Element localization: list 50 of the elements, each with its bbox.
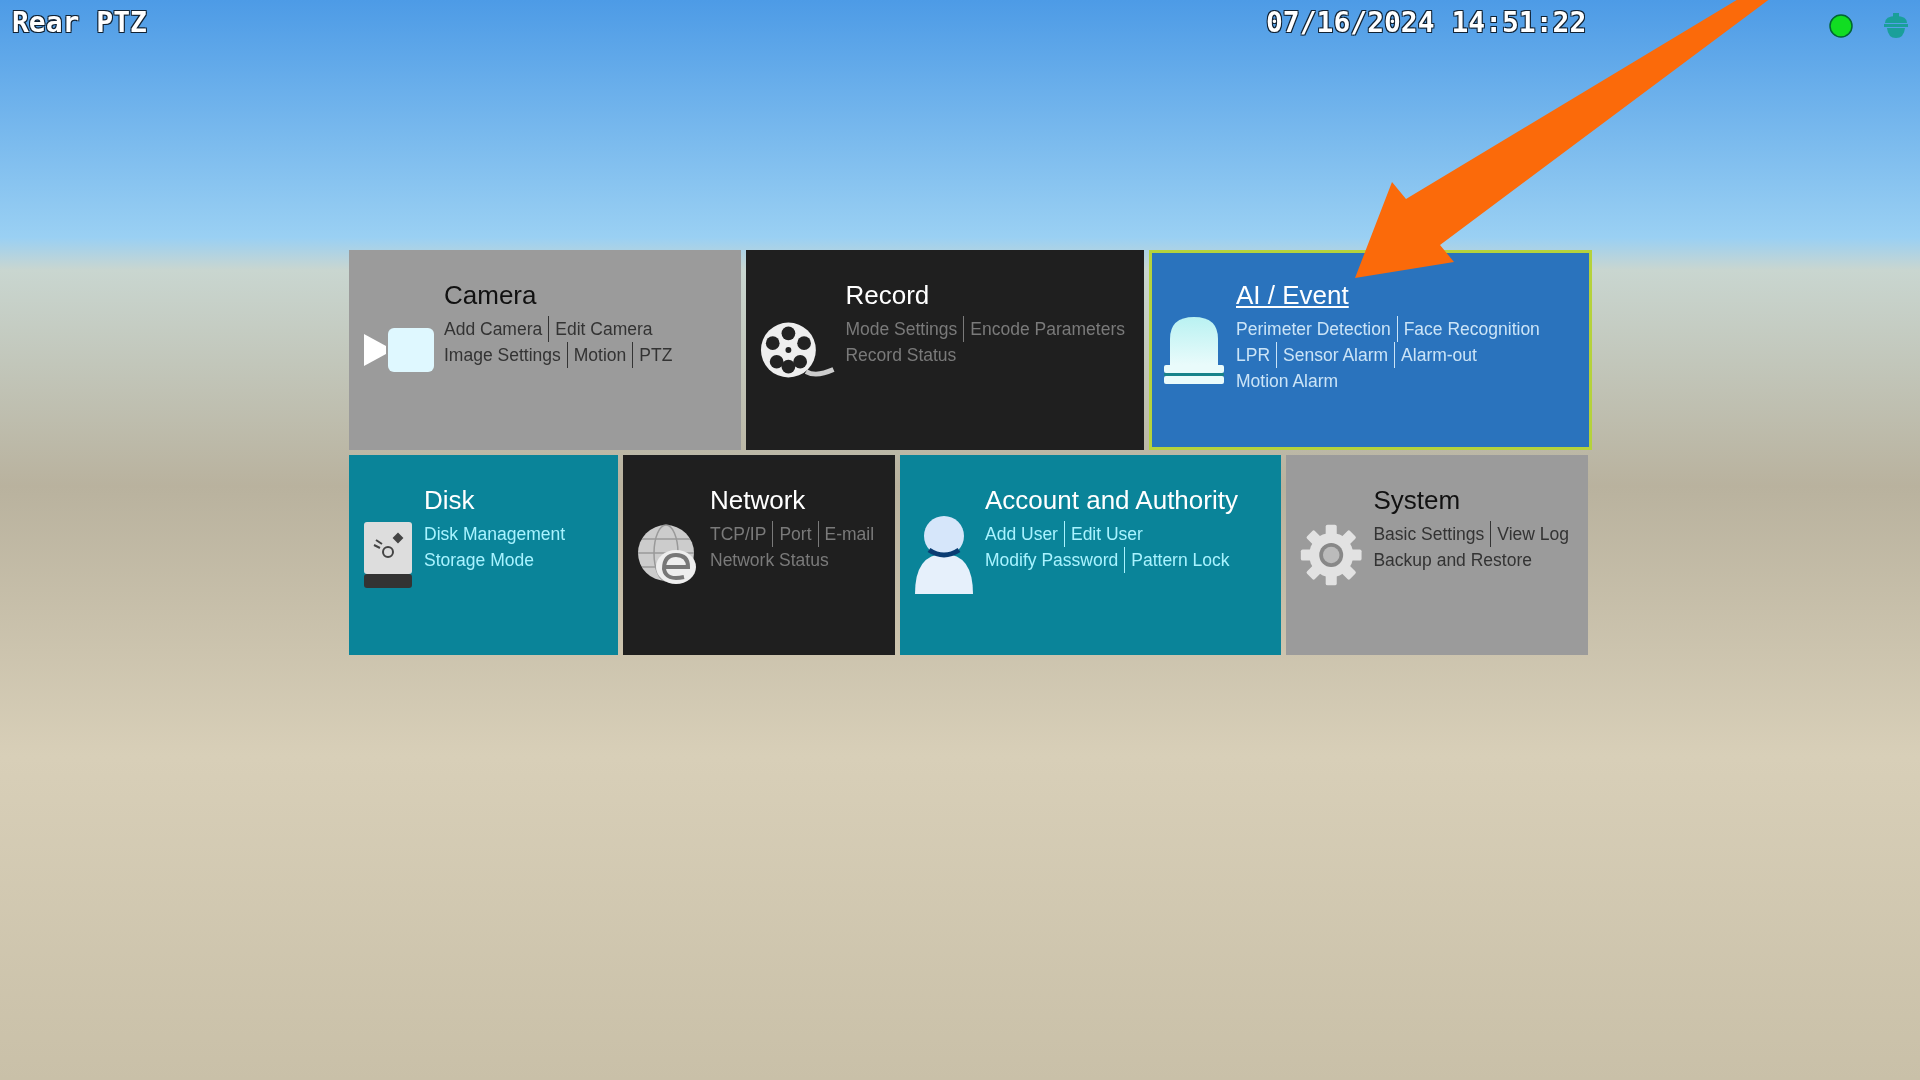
- film-reel-icon: [759, 320, 836, 380]
- menu-link[interactable]: TCP/IP: [710, 520, 773, 547]
- menu-link[interactable]: Perimeter Detection: [1236, 315, 1397, 342]
- menu-link[interactable]: Encode Parameters: [963, 315, 1131, 342]
- menu-tile[interactable]: Account and Authority Add User Edit User Modify Password Pattern Lock: [900, 455, 1281, 655]
- tile-title[interactable]: Disk: [424, 486, 572, 515]
- menu-link[interactable]: Storage Mode: [424, 546, 540, 573]
- menu-link[interactable]: Edit User: [1063, 520, 1149, 547]
- tile-title[interactable]: Account and Authority: [985, 486, 1238, 515]
- menu-link[interactable]: Disk Management: [424, 520, 572, 547]
- menu-tile[interactable]: AI / Event Perimeter Detection Face Recognition LPR Sensor Alarm Alarm-out Motion Alarm: [1149, 250, 1592, 450]
- menu-link[interactable]: Alarm-out: [1394, 341, 1483, 368]
- menu-link[interactable]: E-mail: [817, 520, 881, 547]
- tile-title[interactable]: Network: [710, 486, 881, 515]
- menu-link[interactable]: Add User: [985, 520, 1064, 547]
- menu-link[interactable]: Backup and Restore: [1373, 546, 1538, 573]
- hard-drive-icon: [362, 522, 414, 588]
- tile-title[interactable]: System: [1373, 486, 1575, 515]
- menu-link[interactable]: Sensor Alarm: [1276, 341, 1395, 368]
- menu-link[interactable]: Mode Settings: [845, 315, 964, 342]
- menu-link[interactable]: Image Settings: [444, 341, 567, 368]
- tile-title[interactable]: Record: [845, 281, 1131, 310]
- menu-link[interactable]: Network Status: [710, 546, 835, 573]
- menu-link[interactable]: LPR: [1236, 341, 1277, 368]
- menu-link[interactable]: View Log: [1490, 520, 1575, 547]
- menu-link[interactable]: Pattern Lock: [1124, 546, 1236, 573]
- menu-link[interactable]: Face Recognition: [1396, 315, 1546, 342]
- menu-tile[interactable]: Camera Add Camera Edit Camera Image Settings Motion PTZ: [349, 250, 741, 450]
- menu-tile[interactable]: Network TCP/IP Port E-mail Network Status: [623, 455, 895, 655]
- camera-name: Rear PTZ: [12, 8, 147, 39]
- user-icon: [913, 514, 975, 596]
- menu-link[interactable]: Add Camera: [444, 315, 549, 342]
- menu-tile[interactable]: System Basic Settings View Log Backup and Restore: [1286, 455, 1588, 655]
- status-dot-icon: [1828, 13, 1854, 39]
- menu-link[interactable]: Motion Alarm: [1236, 367, 1345, 394]
- alarm-light-icon: [1162, 315, 1226, 385]
- menu-link[interactable]: Modify Password: [985, 546, 1125, 573]
- menu-link[interactable]: Motion: [566, 341, 633, 368]
- tile-title[interactable]: Camera: [444, 281, 679, 310]
- menu-link[interactable]: Basic Settings: [1373, 520, 1491, 547]
- menu-link[interactable]: Port: [772, 520, 818, 547]
- tile-title[interactable]: AI / Event: [1236, 281, 1546, 310]
- menu-tile[interactable]: Disk Disk Management Storage Mode: [349, 455, 618, 655]
- menu-link[interactable]: PTZ: [632, 341, 679, 368]
- video-camera-icon: [362, 328, 434, 372]
- dome-camera-icon: [1882, 12, 1910, 40]
- menu-link[interactable]: Edit Camera: [548, 315, 659, 342]
- menu-tile[interactable]: Record Mode Settings Encode Parameters Record Status: [746, 250, 1144, 450]
- menu-link[interactable]: Record Status: [845, 341, 963, 368]
- date-time: 07/16/2024 14:51:22: [1266, 8, 1587, 39]
